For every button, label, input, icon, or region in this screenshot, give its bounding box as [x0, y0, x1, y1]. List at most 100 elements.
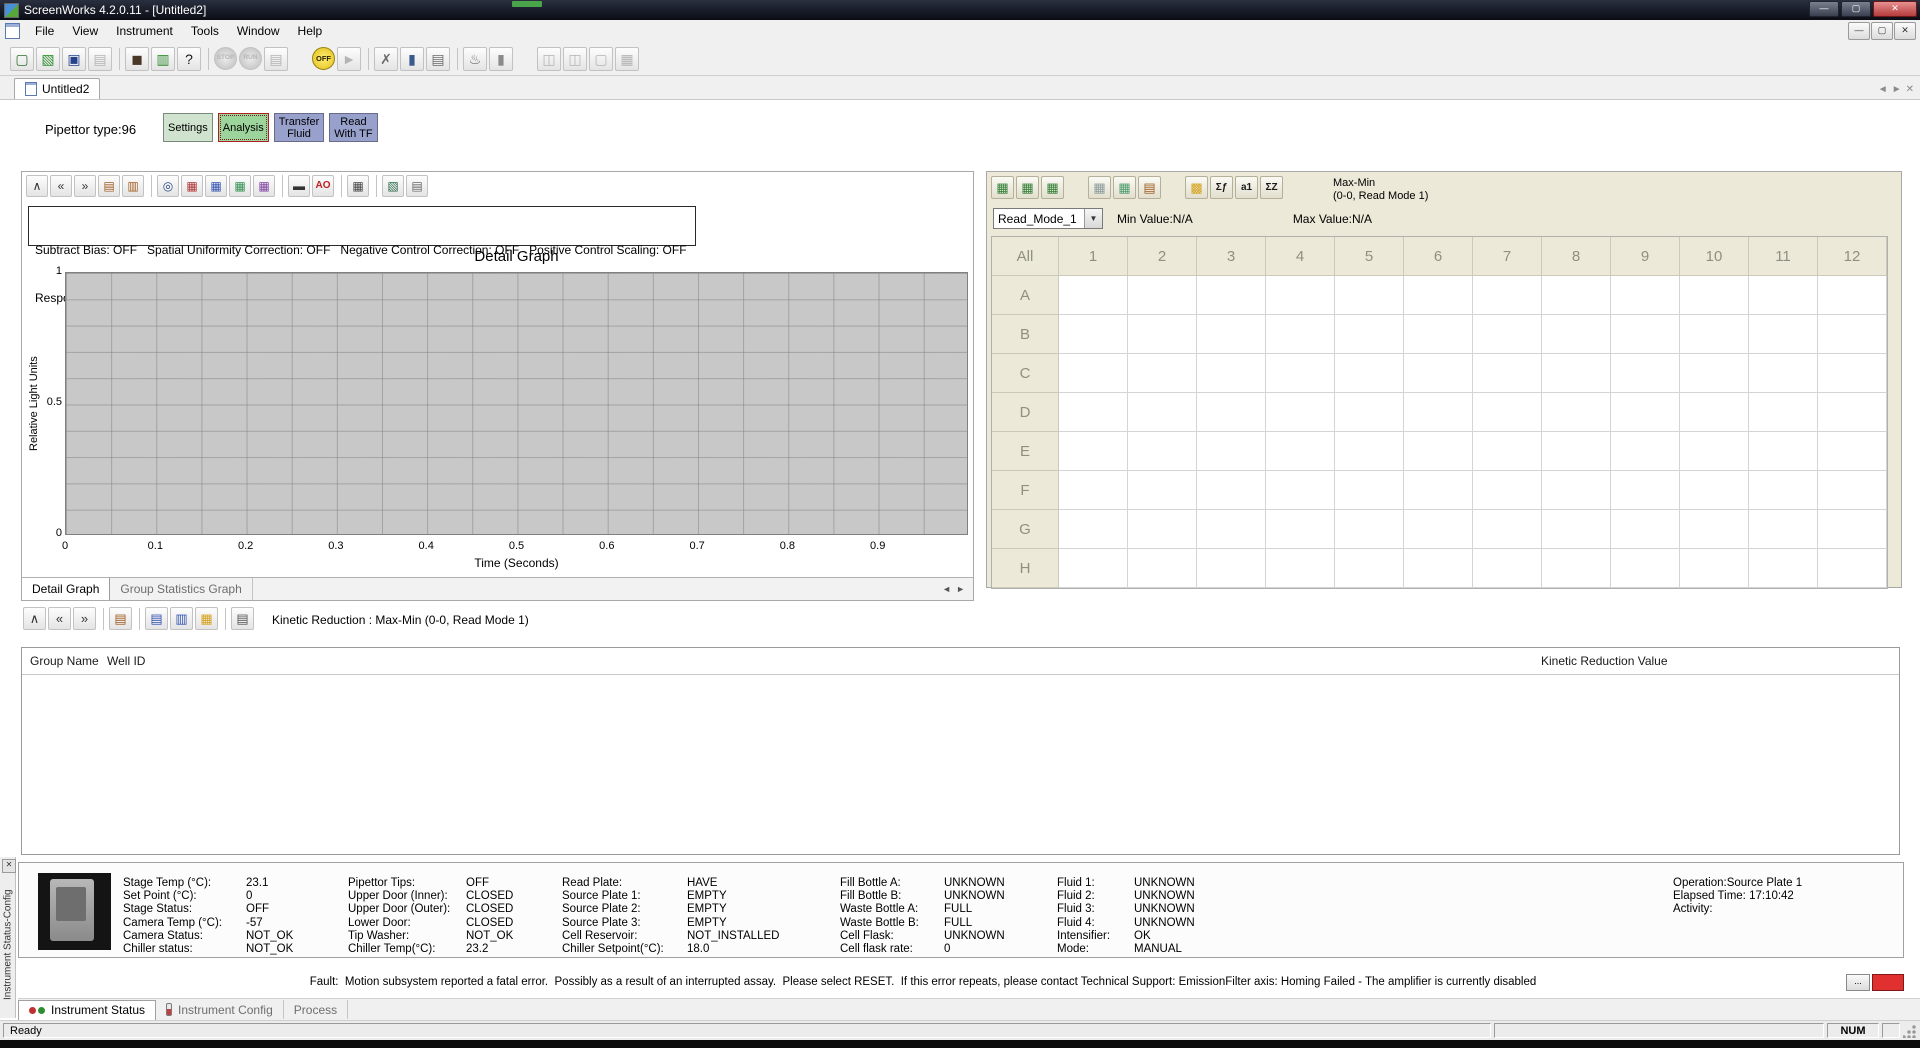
- plate-col-all[interactable]: All: [992, 237, 1059, 276]
- well-F2[interactable]: [1128, 471, 1197, 510]
- plate-row-D[interactable]: D: [992, 393, 1059, 432]
- well-D2[interactable]: [1128, 393, 1197, 432]
- well-B7[interactable]: [1473, 315, 1542, 354]
- plate-col-4[interactable]: 4: [1266, 237, 1335, 276]
- well-A4[interactable]: [1266, 276, 1335, 315]
- maximize-button[interactable]: ▢: [1841, 1, 1871, 17]
- well-E4[interactable]: [1266, 432, 1335, 471]
- well-F5[interactable]: [1335, 471, 1404, 510]
- well-D8[interactable]: [1542, 393, 1611, 432]
- well-C1[interactable]: [1059, 354, 1128, 393]
- well-C2[interactable]: [1128, 354, 1197, 393]
- well-C12[interactable]: [1818, 354, 1887, 393]
- well-G1[interactable]: [1059, 510, 1128, 549]
- chart-style-red-icon[interactable]: ▦: [181, 175, 203, 197]
- plate-row-E[interactable]: E: [992, 432, 1059, 471]
- read-with-tf-button[interactable]: Read With TF: [329, 113, 377, 142]
- plate-row-A[interactable]: A: [992, 276, 1059, 315]
- well-D7[interactable]: [1473, 393, 1542, 432]
- well-D1[interactable]: [1059, 393, 1128, 432]
- plate-row-G[interactable]: G: [992, 510, 1059, 549]
- plate-col-10[interactable]: 10: [1680, 237, 1749, 276]
- well-G3[interactable]: [1197, 510, 1266, 549]
- well-H6[interactable]: [1404, 549, 1473, 588]
- well-A10[interactable]: [1680, 276, 1749, 315]
- pipette-protocol-icon[interactable]: ▤: [426, 47, 450, 71]
- mdi-close-button[interactable]: ✕: [1894, 22, 1916, 40]
- well-D12[interactable]: [1818, 393, 1887, 432]
- well-C7[interactable]: [1473, 354, 1542, 393]
- plate-row-H[interactable]: H: [992, 549, 1059, 588]
- well-H10[interactable]: [1680, 549, 1749, 588]
- well-F3[interactable]: [1197, 471, 1266, 510]
- plate-col-5[interactable]: 5: [1335, 237, 1404, 276]
- well-G6[interactable]: [1404, 510, 1473, 549]
- plate-view-3-icon[interactable]: ▦: [1041, 176, 1064, 199]
- menu-help[interactable]: Help: [289, 22, 332, 40]
- chevron-down-icon[interactable]: ▼: [1084, 209, 1102, 228]
- copy-graph-icon[interactable]: ▤: [98, 175, 120, 197]
- tab-next-icon[interactable]: ►: [1892, 84, 1902, 95]
- well-C5[interactable]: [1335, 354, 1404, 393]
- instrument-setup-icon[interactable]: ◼: [125, 47, 149, 71]
- well-E12[interactable]: [1818, 432, 1887, 471]
- well-E7[interactable]: [1473, 432, 1542, 471]
- export-graph-icon[interactable]: ▤: [406, 175, 428, 197]
- well-F12[interactable]: [1818, 471, 1887, 510]
- group-view-icon[interactable]: ▥: [170, 607, 193, 630]
- well-G8[interactable]: [1542, 510, 1611, 549]
- menu-file[interactable]: File: [26, 22, 63, 40]
- well-B12[interactable]: [1818, 315, 1887, 354]
- plate-col-3[interactable]: 3: [1197, 237, 1266, 276]
- transfer-fluid-button[interactable]: Transfer Fluid: [274, 113, 325, 142]
- plate-paste-icon[interactable]: ▤: [1138, 176, 1161, 199]
- line-style-icon[interactable]: ▬: [288, 175, 310, 197]
- well-H7[interactable]: [1473, 549, 1542, 588]
- well-F6[interactable]: [1404, 471, 1473, 510]
- well-B10[interactable]: [1680, 315, 1749, 354]
- taskbar-app-icon[interactable]: [512, 1, 542, 7]
- read-mode-select[interactable]: Read_Mode_1 ▼: [993, 208, 1103, 229]
- plate-colormap-icon[interactable]: ▩: [1185, 176, 1208, 199]
- plate-view-1-icon[interactable]: ▦: [991, 176, 1014, 199]
- off-button[interactable]: OFF: [312, 47, 335, 70]
- well-B4[interactable]: [1266, 315, 1335, 354]
- well-D3[interactable]: [1197, 393, 1266, 432]
- graph-tab-next-icon[interactable]: ►: [956, 584, 965, 594]
- document-tab[interactable]: Untitled2: [14, 78, 100, 99]
- menu-tools[interactable]: Tools: [182, 22, 228, 40]
- well-E9[interactable]: [1611, 432, 1680, 471]
- well-E2[interactable]: [1128, 432, 1197, 471]
- well-A3[interactable]: [1197, 276, 1266, 315]
- plate-col-6[interactable]: 6: [1404, 237, 1473, 276]
- well-B8[interactable]: [1542, 315, 1611, 354]
- chart-style-blue-icon[interactable]: ▦: [205, 175, 227, 197]
- plate-col-8[interactable]: 8: [1542, 237, 1611, 276]
- chart-style-purple-icon[interactable]: ▦: [253, 175, 275, 197]
- plate-blank-icon[interactable]: ▦: [1088, 176, 1111, 199]
- resize-grip[interactable]: [1903, 1024, 1917, 1038]
- well-C11[interactable]: [1749, 354, 1818, 393]
- well-C3[interactable]: [1197, 354, 1266, 393]
- graph-tab-detail-graph[interactable]: Detail Graph: [22, 578, 110, 600]
- well-E8[interactable]: [1542, 432, 1611, 471]
- plate-row-F[interactable]: F: [992, 471, 1059, 510]
- graph-tab-prev-icon[interactable]: ◄: [942, 584, 951, 594]
- well-H2[interactable]: [1128, 549, 1197, 588]
- plate-col-7[interactable]: 7: [1473, 237, 1542, 276]
- well-B3[interactable]: [1197, 315, 1266, 354]
- table-view-icon[interactable]: ▦: [195, 607, 218, 630]
- plate-col-11[interactable]: 11: [1749, 237, 1818, 276]
- well-A8[interactable]: [1542, 276, 1611, 315]
- well-D9[interactable]: [1611, 393, 1680, 432]
- dispenser-icon[interactable]: ▮: [489, 47, 513, 71]
- well-G12[interactable]: [1818, 510, 1887, 549]
- well-B5[interactable]: [1335, 315, 1404, 354]
- well-F4[interactable]: [1266, 471, 1335, 510]
- mdi-restore-button[interactable]: ▢: [1871, 22, 1893, 40]
- save-icon[interactable]: ▣: [62, 47, 86, 71]
- well-D4[interactable]: [1266, 393, 1335, 432]
- sigma-fx-icon[interactable]: Σƒ: [1210, 176, 1233, 199]
- page-next-icon[interactable]: »: [73, 607, 96, 630]
- sigma-z-icon[interactable]: ΣΖ: [1260, 176, 1283, 199]
